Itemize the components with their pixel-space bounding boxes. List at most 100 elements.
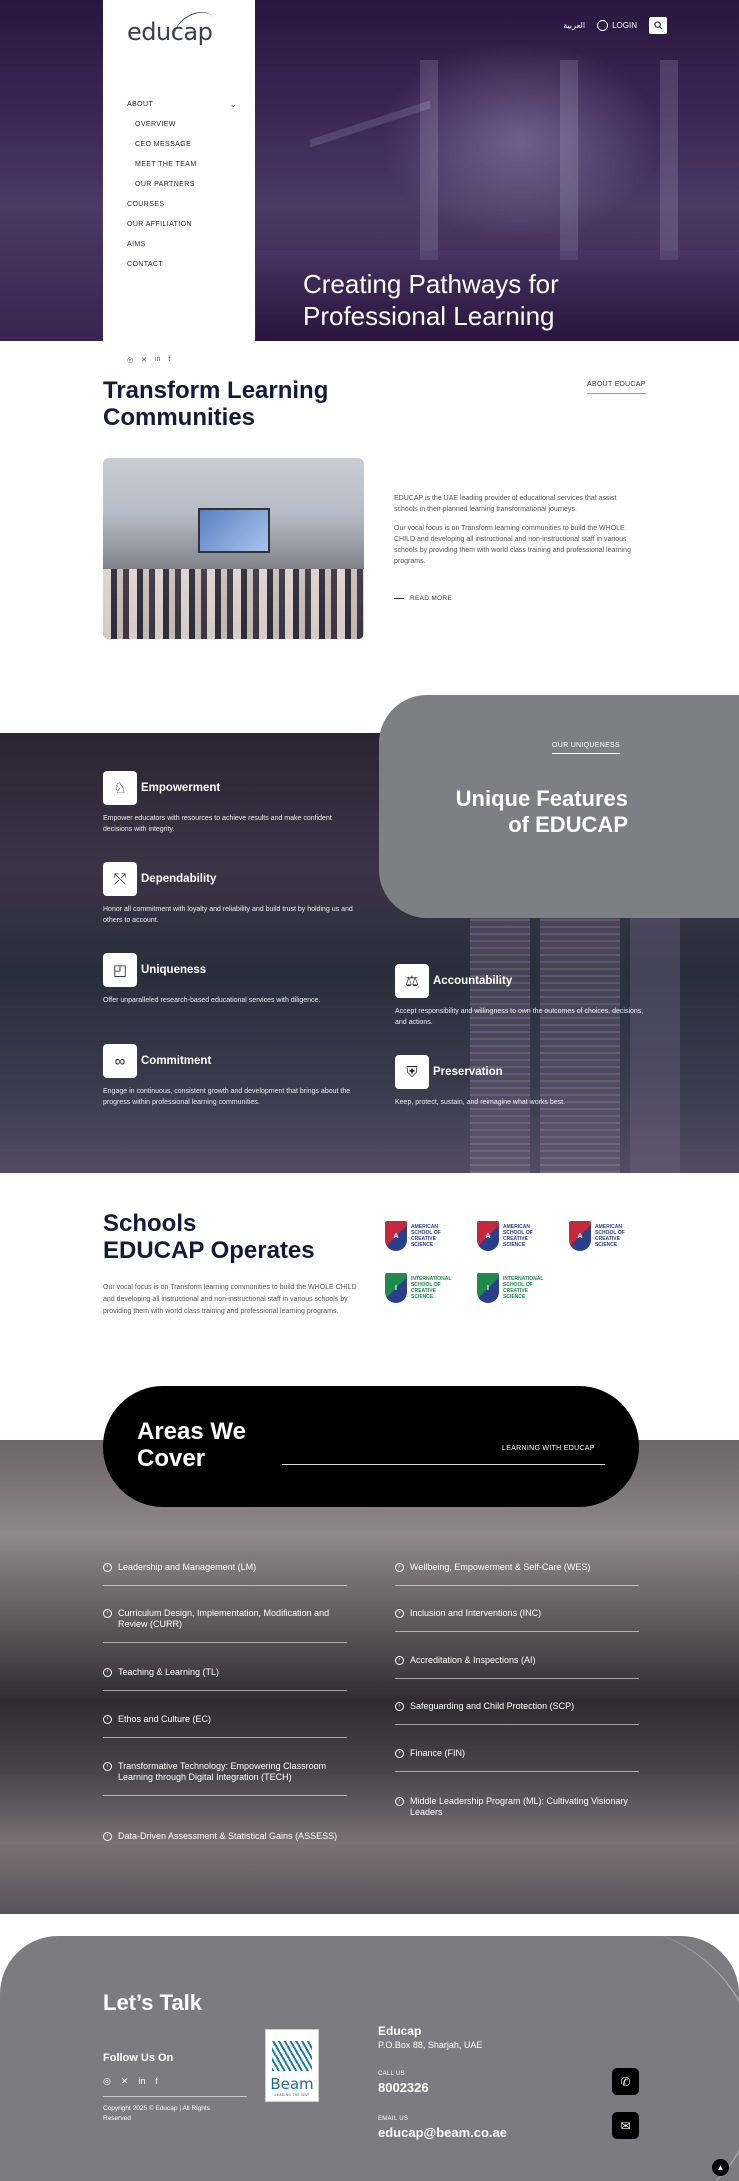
school-logo[interactable]: A American School of Creative Science: [569, 1216, 641, 1256]
scroll-to-top-button[interactable]: ▲: [712, 2159, 729, 2176]
beam-logo[interactable]: Beam LEADING THE WAY: [265, 2029, 319, 2102]
hero-title: Creating Pathways for Professional Learn…: [303, 269, 559, 331]
hero-column: [660, 60, 678, 260]
area-item[interactable]: › Teaching & Learning (TL): [103, 1667, 347, 1691]
feature-preservation: ⛨ Preservation Keep, protect, sustain, an…: [395, 1055, 645, 1108]
area-label: Wellbeing, Empowerment & Self-Care (WES): [410, 1562, 591, 1572]
presentation-screen: [198, 508, 270, 553]
read-more-link[interactable]: READ MORE: [394, 595, 452, 602]
feature-desc: Keep, protect, sustain, and reimagine wh…: [395, 1099, 566, 1106]
area-label: Inclusion and Interventions (INC): [410, 1608, 542, 1618]
instagram-icon[interactable]: ◎: [103, 2076, 111, 2087]
empowerment-icon: ♘: [103, 771, 137, 805]
area-label: Transformative Technology: Empowering Cl…: [118, 1761, 327, 1782]
nav-item-label: OUR PARTNERS: [135, 181, 195, 188]
arrow-right-icon: ›: [395, 1702, 404, 1711]
school-name: American School of Creative Science: [411, 1224, 441, 1248]
mail-icon[interactable]: ✉: [612, 2112, 639, 2139]
phone-number[interactable]: 8002326: [378, 2080, 429, 2095]
linkedin-icon[interactable]: in: [138, 2076, 145, 2087]
feature-desc: Accept responsibility and willingness to…: [395, 1008, 644, 1026]
instagram-icon[interactable]: ◎: [127, 356, 133, 364]
accountability-icon: ⚖: [395, 964, 429, 998]
schools-text: Our vocal focus is on Transform learning…: [103, 1284, 357, 1315]
linkedin-icon[interactable]: in: [155, 356, 160, 364]
search-icon: [653, 21, 663, 30]
school-name: American School of Creative Science: [503, 1224, 533, 1248]
beam-title: Beam: [270, 2075, 314, 2093]
arrow-right-icon: ›: [103, 1563, 112, 1572]
school-logo[interactable]: A American School of Creative Science: [477, 1216, 549, 1256]
arrow-right-icon: ›: [395, 1563, 404, 1572]
school-name: International School of Creative Science: [411, 1276, 452, 1300]
area-item[interactable]: › Curriculum Design, Implementation, Modi…: [103, 1608, 347, 1643]
school-shield-icon: A: [569, 1221, 591, 1251]
school-logo[interactable]: I International School of Creative Scien…: [477, 1268, 549, 1308]
area-item[interactable]: › Transformative Technology: Empowering C…: [103, 1761, 347, 1796]
nav-item[interactable]: AIMS: [127, 240, 237, 260]
area-label: Curriculum Design, Implementation, Modif…: [118, 1608, 330, 1629]
feature-desc: Engage in continuous, consistent growth …: [103, 1088, 351, 1106]
nav-item[interactable]: OUR AFFILIATION: [127, 220, 237, 240]
feature-name: Preservation: [433, 1066, 503, 1078]
commitment-icon: ∞: [103, 1044, 137, 1078]
nav-item[interactable]: CEO MESSAGE: [127, 140, 237, 160]
school-shield-icon: I: [385, 1273, 407, 1303]
footer-arc: [460, 1936, 739, 2181]
about-paragraph: EDUCAP is the UAE leading provider of ed…: [394, 495, 617, 513]
school-logo[interactable]: A American School of Creative Science: [385, 1216, 457, 1256]
email-address[interactable]: educap@beam.co.ae: [378, 2125, 507, 2140]
search-button[interactable]: [649, 17, 667, 34]
about-text: EDUCAP is the UAE leading provider of ed…: [394, 493, 639, 575]
feature-uniqueness: ◰ Uniqueness Offer unparalleled research-…: [103, 953, 353, 1006]
area-item[interactable]: › Finance (FIN): [395, 1748, 639, 1772]
feature-name: Dependability: [141, 873, 217, 885]
x-icon[interactable]: ✕: [121, 2076, 129, 2087]
nav-item-label: OVERVIEW: [135, 121, 176, 128]
area-item[interactable]: › Ethos and Culture (EC): [103, 1714, 347, 1738]
nav-item[interactable]: ABOUT ⌄: [127, 100, 237, 120]
area-label: Accreditation & Inspections (AI): [410, 1655, 536, 1665]
facebook-icon[interactable]: f: [155, 2076, 158, 2087]
area-item[interactable]: › Middle Leadership Program (ML): Cultiva…: [395, 1796, 639, 1830]
building-windows: [470, 883, 530, 1173]
arrow-right-icon: ›: [395, 1797, 404, 1806]
email-label: EMAIL US: [378, 2116, 409, 2122]
nav-item-label: MEET THE TEAM: [135, 161, 197, 168]
nav-item[interactable]: MEET THE TEAM: [127, 160, 237, 180]
phone-icon[interactable]: ✆: [612, 2068, 639, 2095]
login-link[interactable]: LOGIN: [597, 20, 637, 31]
nav-item-label: ABOUT: [127, 101, 154, 108]
school-logo[interactable]: I International School of Creative Scien…: [385, 1268, 457, 1308]
nav-item[interactable]: COURSES: [127, 200, 237, 220]
area-item[interactable]: › Accreditation & Inspections (AI): [395, 1655, 639, 1679]
about-paragraph: Our vocal focus is on Transform learning…: [394, 525, 631, 565]
x-icon[interactable]: ✕: [141, 356, 147, 364]
schools-title: Schools EDUCAP Operates: [103, 1210, 315, 1264]
dependability-icon: ⤲: [103, 862, 137, 896]
footer-divider: [103, 2096, 247, 2097]
nav-item[interactable]: OVERVIEW: [127, 120, 237, 140]
school-shield-icon: A: [385, 1221, 407, 1251]
arrow-right-icon: ›: [395, 1656, 404, 1665]
areas-tag: LEARNING WITH EDUCAP: [502, 1445, 595, 1452]
user-icon: [597, 20, 609, 31]
nav-item[interactable]: OUR PARTNERS: [127, 180, 237, 200]
area-label: Middle Leadership Program (ML): Cultivat…: [410, 1796, 628, 1817]
facebook-icon[interactable]: f: [168, 356, 170, 364]
language-switch[interactable]: العربية: [563, 21, 585, 30]
follow-us-label: Follow Us On: [103, 2052, 174, 2064]
nav-item[interactable]: CONTACT: [127, 260, 237, 280]
arrow-right-icon: ›: [103, 1609, 112, 1618]
arrow-right-icon: ›: [395, 1609, 404, 1618]
nav-item-label: CEO MESSAGE: [135, 141, 192, 148]
area-item[interactable]: › Wellbeing, Empowerment & Self-Care (WES…: [395, 1562, 639, 1586]
area-label: Data-Driven Assessment & Statistical Gai…: [118, 1831, 338, 1841]
feature-desc: Offer unparalleled research-based educat…: [103, 997, 321, 1004]
area-item[interactable]: › Data-Driven Assessment & Statistical Ga…: [103, 1831, 347, 1854]
company-address: P.O.Box 88, Sharjah, UAE: [378, 2040, 483, 2050]
area-item[interactable]: › Inclusion and Interventions (INC): [395, 1608, 639, 1632]
areas-title: Areas We Cover: [137, 1418, 246, 1472]
area-item[interactable]: › Safeguarding and Child Protection (SCP): [395, 1701, 639, 1725]
area-item[interactable]: › Leadership and Management (LM): [103, 1562, 347, 1586]
